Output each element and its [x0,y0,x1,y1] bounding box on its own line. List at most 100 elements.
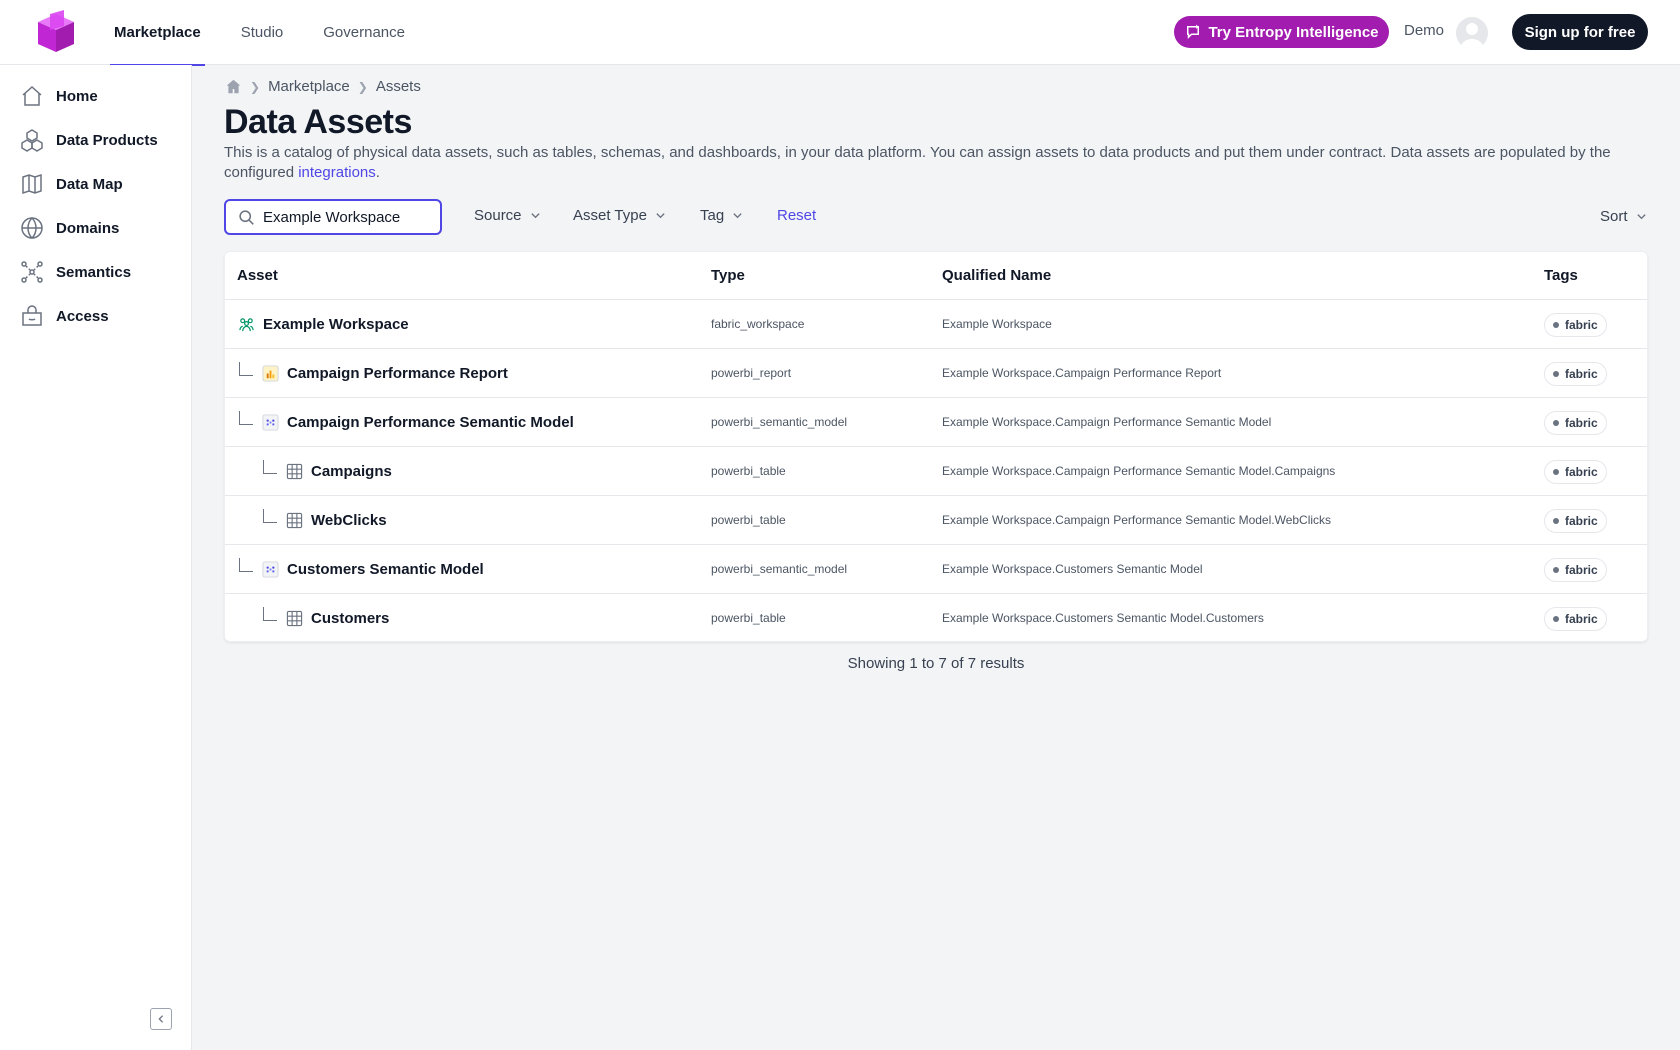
user-avatar-icon [1461,23,1483,49]
tag-label: fabric [1565,318,1598,332]
column-header-qualified-name: Qualified Name [942,267,1052,284]
asset-cell[interactable]: Customers Semantic Model [239,545,484,594]
sidebar-item-label: Semantics [56,263,132,281]
sidebar: Home Data Products Data Map Domains Sema… [0,65,192,1050]
chevron-right-icon: ❯ [357,79,368,94]
tag-dot [1553,420,1559,426]
sidebar-item-label: Data Map [56,175,123,193]
asset-type: powerbi_semantic_model [711,415,848,429]
tree-connector [239,557,253,572]
table-row[interactable]: WebClicks powerbi_table Example Workspac… [225,496,1647,545]
semantic-model-icon [261,561,279,579]
tag-label: fabric [1565,514,1598,528]
cubes-icon [21,129,43,152]
tag-dot [1553,567,1559,573]
tree-connector [263,459,277,474]
source-filter-label: Source [474,207,522,224]
tag-label: fabric [1565,367,1598,381]
chevron-down-icon [656,213,665,219]
page-description: This is a catalog of physical data asset… [224,143,1644,183]
asset-type-filter[interactable]: Asset Type [573,207,666,224]
tag-filter[interactable]: Tag [700,207,743,224]
asset-cell[interactable]: Example Workspace [237,300,409,349]
search-input[interactable] [263,208,433,226]
tag-dot [1553,469,1559,475]
asset-qualified-name: Example Workspace.Campaign Performance S… [942,415,1272,429]
asset-qualified-name: Example Workspace.Campaign Performance S… [942,464,1336,478]
table-icon [285,463,303,481]
chevron-left-icon [158,1015,164,1023]
tag-badge[interactable]: fabric [1544,362,1607,386]
table-row[interactable]: Customers powerbi_table Example Workspac… [225,594,1647,643]
asset-cell[interactable]: Campaigns [263,447,392,496]
signup-button[interactable]: Sign up for free [1512,14,1648,50]
semantic-model-icon [261,414,279,432]
table-row[interactable]: Campaigns powerbi_table Example Workspac… [225,447,1647,496]
asset-name: Campaign Performance Report [287,365,508,382]
home-icon[interactable] [225,78,242,95]
tag-dot [1553,518,1559,524]
try-ai-label: Try Entropy Intelligence [1208,23,1379,41]
asset-cell[interactable]: Campaign Performance Report [239,349,508,398]
tag-badge[interactable]: fabric [1544,558,1607,582]
avatar[interactable] [1456,17,1488,49]
table-row[interactable]: Customers Semantic Model powerbi_semanti… [225,545,1647,594]
asset-type-filter-label: Asset Type [573,207,647,224]
description-text: This is a catalog of physical data asset… [224,144,1611,181]
tag-dot [1553,322,1559,328]
tab-studio[interactable]: Studio [237,0,288,65]
tag-dot [1553,371,1559,377]
asset-qualified-name: Example Workspace.Customers Semantic Mod… [942,611,1264,625]
integrations-link[interactable]: integrations [298,164,376,181]
try-ai-button[interactable]: Try Entropy Intelligence [1174,16,1389,48]
asset-name: WebClicks [311,512,387,529]
asset-cell[interactable]: Campaign Performance Semantic Model [239,398,574,447]
breadcrumb-marketplace[interactable]: Marketplace [268,78,350,95]
table-header: Asset Type Qualified Name Tags [225,252,1647,300]
table-row[interactable]: Example Workspace fabric_workspace Examp… [225,300,1647,349]
sidebar-item-domains[interactable]: Domains [20,213,119,243]
sort-dropdown[interactable]: Sort [1600,208,1647,225]
asset-cell[interactable]: Customers [263,594,389,643]
sidebar-item-semantics[interactable]: Semantics [20,257,131,287]
tree-connector [239,410,253,425]
collapse-sidebar-button[interactable] [150,1008,172,1030]
tag-badge[interactable]: fabric [1544,509,1607,533]
sidebar-item-data-products[interactable]: Data Products [20,125,158,155]
top-bar: Marketplace Studio Governance Try Entrop… [0,0,1680,66]
tag-badge[interactable]: fabric [1544,607,1607,631]
tag-badge[interactable]: fabric [1544,460,1607,484]
tag-filter-label: Tag [700,207,725,224]
report-icon [261,365,279,383]
asset-cell[interactable]: WebClicks [263,496,387,545]
tag-badge[interactable]: fabric [1544,313,1607,337]
table-row[interactable]: Campaign Performance Semantic Model powe… [225,398,1647,447]
home-icon [22,85,42,106]
breadcrumb: ❯ Marketplace ❯ Assets [225,78,421,95]
chevron-right-icon: ❯ [250,79,261,94]
reset-button[interactable]: Reset [777,207,816,224]
tag-label: fabric [1565,465,1598,479]
workspace-icon [237,316,255,334]
chevron-down-icon [733,213,742,219]
page-title: Data Assets [224,103,412,141]
table-row[interactable]: Campaign Performance Report powerbi_repo… [225,349,1647,398]
asset-name: Example Workspace [263,316,409,333]
sparkle-chat-icon [1187,24,1200,40]
tab-marketplace[interactable]: Marketplace [110,0,205,66]
breadcrumb-assets[interactable]: Assets [376,78,421,95]
logo-icon[interactable] [34,10,76,54]
sidebar-item-data-map[interactable]: Data Map [20,169,123,199]
chevron-down-icon [530,213,540,219]
sidebar-item-home[interactable]: Home [20,81,98,111]
tab-governance[interactable]: Governance [319,0,409,65]
results-count: Showing 1 to 7 of 7 results [847,655,1025,672]
sidebar-item-label: Data Products [56,131,158,149]
search-box[interactable] [224,199,442,235]
tag-label: fabric [1565,612,1598,626]
sidebar-item-access[interactable]: Access [20,301,109,331]
asset-type: powerbi_report [711,366,792,380]
tag-badge[interactable]: fabric [1544,411,1607,435]
source-filter[interactable]: Source [474,207,541,224]
asset-name: Campaign Performance Semantic Model [287,414,574,431]
